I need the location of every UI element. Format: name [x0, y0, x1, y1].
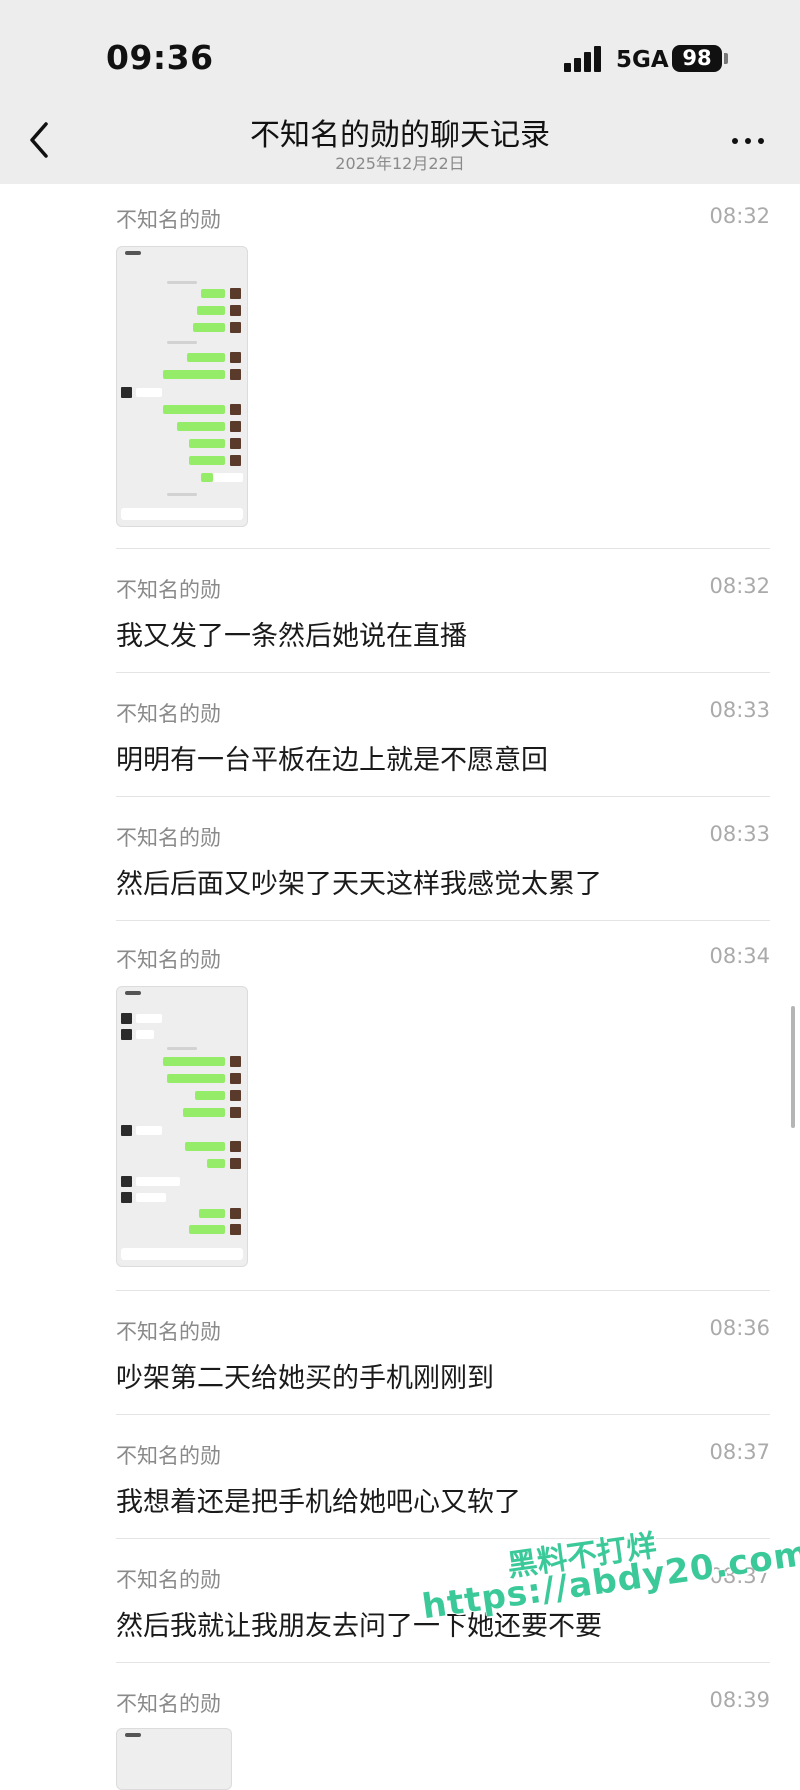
status-bar: 09:36 5GA 98	[0, 0, 800, 100]
message-sender: 不知名的勋	[116, 1692, 221, 1716]
divider	[116, 1414, 770, 1415]
screenshot-thumbnail[interactable]	[116, 1728, 232, 1790]
nav-bar: 不知名的勋的聊天记录 2025年12月22日	[0, 100, 800, 184]
message-item: 不知名的勋 08:32 我又发了一条然后她说在直播	[116, 574, 770, 664]
message-time: 08:33	[709, 698, 770, 722]
more-dots-icon[interactable]	[730, 138, 766, 146]
message-text: 然后后面又吵架了天天这样我感觉太累了	[116, 869, 602, 900]
message-text: 我想着还是把手机给她吧心又软了	[116, 1487, 521, 1518]
message-item: 不知名的勋 08:36 吵架第二天给她买的手机刚刚到	[116, 1316, 770, 1406]
screenshot-thumbnail[interactable]	[116, 246, 248, 527]
message-sender: 不知名的勋	[116, 1320, 221, 1344]
message-time: 08:39	[709, 1688, 770, 1712]
battery-tip	[724, 53, 728, 64]
message-time: 08:32	[709, 574, 770, 598]
message-time: 08:34	[709, 944, 770, 968]
page-subtitle: 2025年12月22日	[335, 154, 465, 173]
message-item: 不知名的勋 08:33 明明有一台平板在边上就是不愿意回	[116, 698, 770, 788]
message-text: 明明有一台平板在边上就是不愿意回	[116, 745, 548, 776]
network-type: 5GA	[616, 47, 669, 73]
message-item: 不知名的勋 08:39	[116, 1688, 770, 1790]
message-sender: 不知名的勋	[116, 826, 221, 850]
status-time: 09:36	[106, 38, 214, 77]
message-text: 我又发了一条然后她说在直播	[116, 621, 467, 652]
message-text: 吵架第二天给她买的手机刚刚到	[116, 1363, 494, 1394]
message-sender: 不知名的勋	[116, 1568, 221, 1592]
message-time: 08:33	[709, 822, 770, 846]
page-title: 不知名的勋的聊天记录	[250, 118, 550, 153]
divider	[116, 1662, 770, 1663]
divider	[116, 672, 770, 673]
screenshot-thumbnail[interactable]	[116, 986, 248, 1267]
message-item: 不知名的勋 08:32	[116, 204, 770, 527]
message-sender: 不知名的勋	[116, 702, 221, 726]
message-item: 不知名的勋 08:34	[116, 944, 770, 1267]
scrollbar[interactable]	[791, 1006, 795, 1128]
signal-icon	[564, 46, 610, 72]
message-time: 08:36	[709, 1316, 770, 1340]
divider	[116, 1290, 770, 1291]
message-time: 08:32	[709, 204, 770, 228]
message-sender: 不知名的勋	[116, 948, 221, 972]
message-sender: 不知名的勋	[116, 208, 221, 232]
divider	[116, 548, 770, 549]
divider	[116, 920, 770, 921]
message-item: 不知名的勋 08:33 然后后面又吵架了天天这样我感觉太累了	[116, 822, 770, 912]
message-sender: 不知名的勋	[116, 578, 221, 602]
divider	[116, 1538, 770, 1539]
battery-icon: 98	[672, 45, 722, 72]
message-sender: 不知名的勋	[116, 1444, 221, 1468]
divider	[116, 796, 770, 797]
message-time: 08:37	[709, 1440, 770, 1464]
message-item: 不知名的勋 08:37 我想着还是把手机给她吧心又软了	[116, 1440, 770, 1530]
